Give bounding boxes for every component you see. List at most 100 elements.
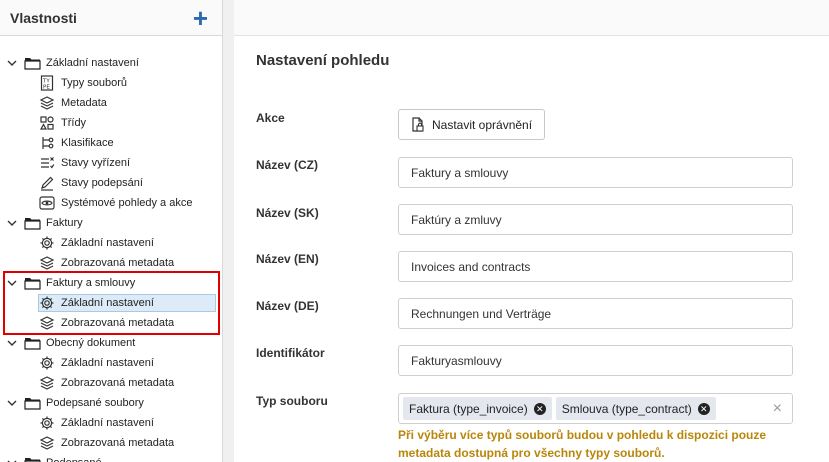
page-title: Nastavení pohledu: [256, 52, 390, 69]
layers-icon: [38, 315, 56, 331]
tree-item-label: Zobrazovaná metadata: [61, 257, 175, 269]
tree-item-15[interactable]: Základní nastavení: [0, 353, 222, 373]
layers-icon: [38, 95, 56, 111]
set-permissions-button[interactable]: Nastavit oprávnění: [398, 109, 546, 140]
document-lock-icon: [409, 116, 427, 133]
tree-item-label: Typy souborů: [61, 77, 128, 89]
chevron-down-icon[interactable]: [6, 279, 18, 287]
tree-item-label: Zobrazovaná metadata: [61, 317, 175, 329]
tree-item-label: Stavy podepsání: [61, 177, 143, 189]
tree-item-label: Základní nastavení: [61, 357, 154, 369]
gear-icon: [38, 295, 56, 311]
set-permissions-label: Nastavit oprávnění: [432, 117, 533, 132]
tree-group-17[interactable]: Podepsané soubory: [0, 393, 222, 413]
layers-icon: [38, 435, 56, 451]
tree-item-label: Faktury a smlouvy: [46, 277, 136, 289]
tree-item-label: Základní nastavení: [46, 57, 139, 69]
tree-item-label: Klasifikace: [61, 137, 114, 149]
file-type-tag-label: Smlouva (type_contract): [561, 401, 692, 416]
file-type-icon: TY PE: [38, 75, 56, 91]
tree-item-label: Třídy: [61, 117, 87, 129]
gear-icon: [38, 355, 56, 371]
folder-icon: [23, 275, 41, 291]
tree-group-14[interactable]: Obecný dokument: [0, 333, 222, 353]
tree-group-11[interactable]: Faktury a smlouvy: [0, 273, 222, 293]
folder-icon: [23, 215, 41, 231]
gear-icon: [38, 415, 56, 431]
pen-icon: [38, 175, 56, 191]
tree-item-19[interactable]: Zobrazovaná metadata: [0, 433, 222, 453]
panel-divider[interactable]: [224, 0, 234, 462]
field-label-name-de: Název (DE): [256, 299, 319, 313]
file-type-tag-label: Faktura (type_invoice): [409, 401, 528, 416]
classification-icon: [38, 135, 56, 151]
tree-item-label: Metadata: [61, 97, 107, 109]
layers-icon: [38, 255, 56, 271]
tree-item-label: Faktury: [46, 217, 83, 229]
folder-icon: [23, 335, 41, 351]
file-type-tag: Faktura (type_invoice) ✕: [403, 397, 552, 420]
tree-item-label: Obecný dokument: [46, 337, 136, 349]
tree-group-0[interactable]: Základní nastavení: [0, 53, 222, 73]
action-label: Akce: [256, 111, 285, 125]
tree-item-label: Zobrazovaná metadata: [61, 437, 175, 449]
name-sk-input[interactable]: [398, 204, 793, 235]
panel-title: Vlastnosti: [10, 9, 77, 26]
multi-type-warning: Při výběru více typů souborů budou v poh…: [398, 428, 767, 460]
remove-tag-icon[interactable]: ✕: [533, 402, 546, 415]
name-de-input[interactable]: [398, 298, 793, 329]
tree-item-12[interactable]: Základní nastavení: [0, 293, 222, 313]
layers-icon: [38, 375, 56, 391]
folder-icon: [23, 455, 41, 462]
tree-item-6[interactable]: Stavy podepsání: [0, 173, 222, 193]
properties-panel: Vlastnosti + Základní nastavení TY PE Typy …: [0, 0, 223, 462]
chevron-down-icon[interactable]: [6, 339, 18, 347]
name-en-input[interactable]: [398, 251, 793, 282]
tree-item-9[interactable]: Základní nastavení: [0, 233, 222, 253]
classes-icon: [38, 115, 56, 131]
tree-item-label: Základní nastavení: [61, 297, 154, 309]
tree-item-16[interactable]: Zobrazovaná metadata: [0, 373, 222, 393]
add-button[interactable]: +: [193, 5, 208, 31]
tree-item-4[interactable]: Klasifikace: [0, 133, 222, 153]
clear-icon[interactable]: ×: [773, 400, 782, 418]
tree-item-13[interactable]: Zobrazovaná metadata: [0, 313, 222, 333]
folder-icon: [23, 395, 41, 411]
field-label-name-cz: Název (CZ): [256, 158, 319, 172]
tree-item-10[interactable]: Zobrazovaná metadata: [0, 253, 222, 273]
field-label-name-en: Název (EN): [256, 252, 319, 266]
svg-text:PE: PE: [43, 85, 50, 91]
tree-item-label: Základní nastavení: [61, 237, 154, 249]
tree-group-8[interactable]: Faktury: [0, 213, 222, 233]
tree-item-2[interactable]: Metadata: [0, 93, 222, 113]
properties-tree: Základní nastavení TY PE Typy souborů Metada…: [0, 36, 222, 462]
remove-tag-icon[interactable]: ✕: [697, 402, 710, 415]
tree-item-5[interactable]: Stavy vyřízení: [0, 153, 222, 173]
tree-item-label: Systémové pohledy a akce: [61, 197, 193, 209]
status-list-icon: [38, 155, 56, 171]
tree-item-label: Stavy vyřízení: [61, 157, 131, 169]
identifier-input[interactable]: [398, 345, 793, 376]
tree-item-label: Podepsané soubory: [46, 397, 144, 409]
folder-icon: [23, 55, 41, 71]
gear-icon: [38, 235, 56, 251]
chevron-down-icon[interactable]: [6, 399, 18, 407]
field-label-identifier: Identifikátor: [256, 346, 325, 360]
tree-item-7[interactable]: Systémové pohledy a akce: [0, 193, 222, 213]
chevron-down-icon[interactable]: [6, 59, 18, 67]
file-type-tag: Smlouva (type_contract) ✕: [555, 397, 716, 420]
tree-item-label: Zobrazovaná metadata: [61, 377, 175, 389]
tree-item-label: Základní nastavení: [61, 417, 154, 429]
tree-group-20[interactable]: Podepsané: [0, 453, 222, 462]
field-label-name-sk: Název (SK): [256, 206, 319, 220]
view-settings-panel: Nastavení pohledu Akce Nastavit oprávněn…: [234, 36, 829, 462]
tree-item-label: Podepsané: [46, 457, 102, 462]
name-cz-input[interactable]: [398, 157, 793, 188]
tree-item-1[interactable]: TY PE Typy souborů: [0, 73, 222, 93]
tree-item-18[interactable]: Základní nastavení: [0, 413, 222, 433]
content-toolbar: [234, 0, 829, 36]
file-type-multiselect[interactable]: Faktura (type_invoice) ✕ Smlouva (type_c…: [398, 393, 793, 424]
tree-item-3[interactable]: Třídy: [0, 113, 222, 133]
properties-header: Vlastnosti +: [0, 0, 222, 36]
chevron-down-icon[interactable]: [6, 219, 18, 227]
